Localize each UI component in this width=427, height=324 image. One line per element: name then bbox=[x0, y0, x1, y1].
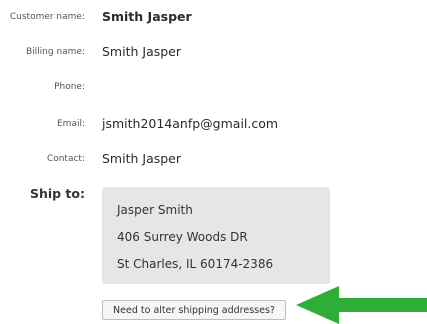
billing-name-label: Billing name: bbox=[25, 47, 85, 57]
contact-value: Smith Jasper bbox=[102, 151, 182, 166]
address-line-city: St Charles, IL 60174-2386 bbox=[117, 257, 274, 271]
contact-label: Contact: bbox=[46, 154, 85, 164]
customer-name-label: Customer name: bbox=[9, 12, 85, 22]
address-line-name: Jasper Smith bbox=[117, 203, 193, 217]
phone-label: Phone: bbox=[54, 82, 85, 92]
shipping-address-box: Jasper Smith 406 Surrey Woods DR St Char… bbox=[102, 187, 330, 284]
email-label: Email: bbox=[56, 119, 85, 129]
email-value: jsmith2014anfp@gmail.com bbox=[102, 116, 279, 131]
billing-name-value: Smith Jasper bbox=[102, 44, 182, 59]
ship-to-label: Ship to: bbox=[29, 186, 85, 201]
address-line-street: 406 Surrey Woods DR bbox=[117, 230, 248, 244]
arrow-shape bbox=[296, 286, 427, 324]
customer-name-value: Smith Jasper bbox=[102, 9, 192, 24]
alter-shipping-addresses-button[interactable]: Need to alter shipping addresses? bbox=[102, 300, 286, 320]
left-arrow-icon bbox=[296, 286, 427, 324]
